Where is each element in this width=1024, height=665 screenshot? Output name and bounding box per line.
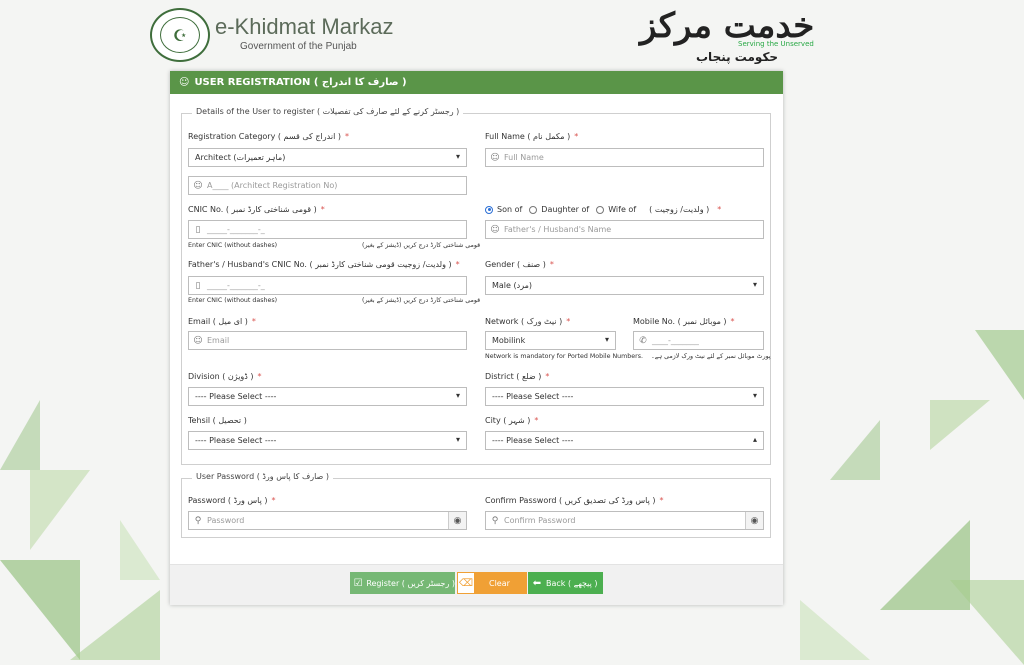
key-icon: ⚲ [194, 515, 202, 526]
erase-icon: ⌫ [457, 572, 475, 594]
punjab-emblem-icon: ☪ [150, 8, 210, 62]
page-header: ☪ e-Khidmat Markaz Government of the Pun… [0, 0, 1024, 70]
card-header: ☺ USER REGISTRATION ( صارف کا اندراج ) [170, 71, 783, 94]
brand-subtitle: Government of the Punjab [240, 41, 357, 52]
mobile-input[interactable]: ✆ ____-_______ [633, 331, 764, 350]
cnic-label: CNIC No. ( قومی شناختی کارڈ نمبر ) * [188, 205, 325, 214]
chevron-down-icon: ▾ [604, 335, 609, 344]
document-icon: ▯ [195, 224, 201, 235]
network-label: Network ( نیٹ ورک ) * [485, 317, 571, 326]
guardian-cnic-hint-en: Enter CNIC (without dashes) [188, 297, 278, 304]
guardian-name-input[interactable]: ☺ Father's / Husband's Name [485, 220, 764, 239]
relation-radio-group: Son of Daughter of Wife of ( ولدیت/ زوجی… [485, 205, 721, 214]
confirm-password-label: Confirm Password ( پاس ورڈ کی تصدیق کریں… [485, 496, 664, 505]
division-select[interactable]: ---- Please Select ---- ▾ [188, 387, 467, 406]
daughter-of-radio[interactable] [529, 205, 538, 214]
cnic-input[interactable]: ▯ _____-_______-_ [188, 220, 467, 239]
password-label: Password ( پاس ورڈ ) * [188, 496, 276, 505]
registration-category-select[interactable]: Architect (ماہر تعمیرات) ▾ [188, 148, 467, 167]
son-of-radio[interactable] [485, 205, 493, 214]
user-icon: ☺ [490, 224, 500, 235]
city-select[interactable]: ---- Please Select ---- ▴ [485, 431, 764, 450]
network-hint-en: Network is mandatory for Ported Mobile N… [485, 353, 644, 360]
registration-category-label: Registration Category ( اندراج کی قسم ) * [188, 132, 349, 141]
mobile-label: Mobile No. ( موبائل نمبر ) * [633, 317, 735, 326]
user-icon: ☺ [179, 77, 190, 88]
register-button[interactable]: ☑ Register ( رجسٹر کریں ) [350, 572, 455, 594]
email-input[interactable]: ☺ Email [188, 331, 467, 350]
document-icon: ▯ [195, 280, 201, 291]
brand-title: e-Khidmat Markaz [215, 14, 394, 39]
chevron-down-icon: ▾ [455, 435, 460, 444]
tehsil-label: Tehsil ( تحصیل ) [188, 416, 247, 425]
chevron-down-icon: ▾ [455, 152, 460, 161]
guardian-cnic-hint-ur: قومی شناختی کارڈ درج کریں (ڈیشز کے بغیر) [362, 297, 481, 304]
city-label: City ( شہر ) * [485, 416, 539, 425]
cnic-hint-en: Enter CNIC (without dashes) [188, 242, 278, 249]
eye-icon[interactable]: ◉ [745, 512, 763, 529]
serving-tagline: Serving the Unserved [738, 40, 814, 48]
full-name-input[interactable]: ☺ Full Name [485, 148, 764, 167]
key-icon: ⚲ [491, 515, 499, 526]
user-icon: ☺ [193, 335, 203, 346]
guardian-cnic-input[interactable]: ▯ _____-_______-_ [188, 276, 467, 295]
network-select[interactable]: Mobilink ▾ [485, 331, 616, 350]
gender-select[interactable]: Male (مرد) ▾ [485, 276, 764, 295]
relation-urdu-label: ( ولدیت/ زوجیت ) [649, 205, 710, 214]
ekhidmat-logo: ☪ e-Khidmat Markaz Government of the Pun… [150, 8, 394, 62]
password-input[interactable]: ⚲ Password ◉ [188, 511, 467, 530]
tehsil-select[interactable]: ---- Please Select ---- ▾ [188, 431, 467, 450]
registration-number-input[interactable]: ☺ A____ (Architect Registration No) [188, 176, 467, 195]
card-title: USER REGISTRATION ( صارف کا اندراج ) [194, 77, 407, 88]
user-icon: ☺ [490, 152, 500, 163]
khidmat-markaz-logo: خدمت مرکز Serving the Unserved حکومت پنج… [640, 6, 814, 64]
checkbox-icon: ☑ [353, 577, 363, 589]
division-label: Division ( ڈویژن ) * [188, 372, 262, 381]
urdu-government: حکومت پنجاب [696, 50, 779, 64]
full-name-label: Full Name ( مکمل نام ) * [485, 132, 579, 141]
phone-icon: ✆ [639, 335, 647, 346]
registration-card: ☺ USER REGISTRATION ( صارف کا اندراج ) D… [170, 71, 783, 605]
guardian-cnic-label: Father's / Husband's CNIC No. ( ولدیت/ ز… [188, 260, 460, 269]
user-icon: ☺ [193, 180, 203, 191]
clear-button[interactable]: ⌫ Clear [457, 572, 527, 594]
chevron-down-icon: ▾ [752, 391, 757, 400]
chevron-up-icon: ▴ [752, 435, 757, 444]
eye-icon[interactable]: ◉ [448, 512, 466, 529]
password-legend: User Password ( صارف کا پاس ورڈ ) [192, 472, 334, 481]
confirm-password-input[interactable]: ⚲ Confirm Password ◉ [485, 511, 764, 530]
district-label: District ( ضلع ) * [485, 372, 550, 381]
cnic-hint-ur: قومی شناختی کارڈ درج کریں (ڈیشز کے بغیر) [362, 242, 481, 249]
arrow-left-icon: ⬅ [532, 577, 542, 589]
email-label: Email ( ای میل ) * [188, 317, 256, 326]
chevron-down-icon: ▾ [455, 391, 460, 400]
chevron-down-icon: ▾ [752, 280, 757, 289]
details-legend: Details of the User to register ( رجسٹر … [192, 107, 464, 116]
back-button[interactable]: ⬅ Back ( پیچھے ) [528, 572, 603, 594]
district-select[interactable]: ---- Please Select ---- ▾ [485, 387, 764, 406]
wife-of-radio[interactable] [596, 205, 605, 214]
network-hint-ur: پورٹ موبائل نمبر کے لئے نیٹ ورک لازمی ہے… [651, 353, 771, 360]
gender-label: Gender ( صنف ) * [485, 260, 554, 269]
